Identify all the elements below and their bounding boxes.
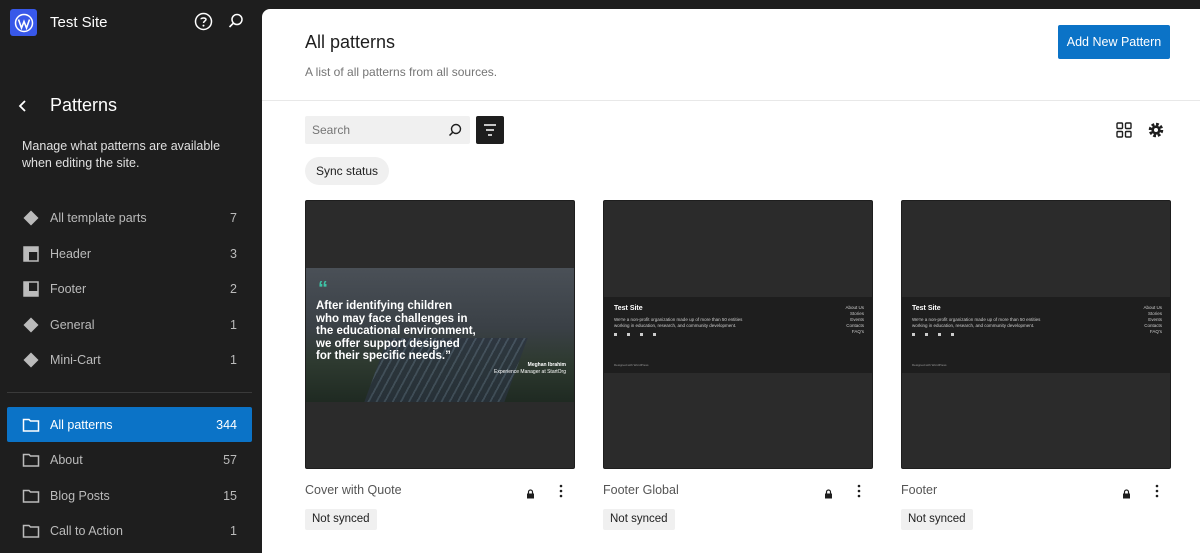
quote-author: Meghan Ibrahim Experience Manager at Sta… xyxy=(494,362,566,376)
template-part-icon xyxy=(22,209,40,227)
filter-button[interactable] xyxy=(476,116,504,144)
sidebar-divider xyxy=(7,392,252,393)
sidebar-item-count: 344 xyxy=(216,417,237,432)
pattern-card[interactable]: Test Site We're a non-profit organizatio… xyxy=(603,200,873,530)
footer-link: FAQ's xyxy=(1149,329,1162,334)
grid-view-icon[interactable] xyxy=(1115,121,1133,139)
search-input[interactable] xyxy=(305,116,445,144)
filter-icon xyxy=(484,124,496,136)
sidebar-item-count: 15 xyxy=(223,488,237,503)
pattern-preview[interactable]: Test Site We're a non-profit organizatio… xyxy=(603,200,873,469)
footer-description: We're a non-profit organization made up … xyxy=(912,317,1041,328)
sidebar-title: Patterns xyxy=(50,95,118,115)
sidebar-item-about[interactable]: About 57 xyxy=(7,442,252,477)
sidebar-item-general[interactable]: General 1 xyxy=(7,307,252,342)
folder-icon xyxy=(22,487,40,505)
pattern-preview[interactable]: “ After identifying children who may fac… xyxy=(305,200,575,469)
quote-author-role: Experience Manager at StartOrg xyxy=(494,369,566,375)
footer-links: About Us Stories Events Contacts FAQ's xyxy=(1143,305,1162,335)
sync-status-badge: Not synced xyxy=(603,509,675,530)
template-part-icon xyxy=(22,351,40,369)
sidebar-item-count: 7 xyxy=(230,210,237,225)
footer-copyright: Designed with WordPress xyxy=(912,363,947,367)
wordpress-logo-icon[interactable] xyxy=(10,9,37,36)
lock-icon xyxy=(824,486,833,499)
sidebar-item-count: 1 xyxy=(230,352,237,367)
quote-author-name: Meghan Ibrahim xyxy=(527,362,566,368)
template-part-icon xyxy=(22,316,40,334)
pattern-preview[interactable]: Test Site We're a non-profit organizatio… xyxy=(901,200,1171,469)
search-icon[interactable] xyxy=(227,12,245,30)
more-actions-icon[interactable] xyxy=(1151,483,1163,499)
more-actions-icon[interactable] xyxy=(853,483,865,499)
more-actions-icon[interactable] xyxy=(555,483,567,499)
pattern-name[interactable]: Footer Global xyxy=(603,483,679,497)
sidebar-item-all-patterns[interactable]: All patterns 344 xyxy=(7,407,252,442)
sync-status-badge: Not synced xyxy=(305,509,377,530)
folder-icon xyxy=(22,451,40,469)
header-icon xyxy=(22,245,40,263)
sidebar-item-count: 2 xyxy=(230,281,237,296)
add-new-pattern-button[interactable]: Add New Pattern xyxy=(1058,25,1170,59)
footer-icon xyxy=(22,280,40,298)
search-icon[interactable] xyxy=(447,122,463,138)
pattern-card[interactable]: “ After identifying children who may fac… xyxy=(305,200,575,530)
page-description: A list of all patterns from all sources. xyxy=(305,65,498,79)
sidebar-item-blog-posts[interactable]: Blog Posts 15 xyxy=(7,478,252,513)
footer-preview: Test Site We're a non-profit organizatio… xyxy=(902,297,1170,373)
footer-copyright: Designed with WordPress xyxy=(614,363,649,367)
lock-icon xyxy=(526,486,535,499)
footer-description: We're a non-profit organization made up … xyxy=(614,317,743,328)
search-box xyxy=(305,116,470,144)
sidebar-item-count: 3 xyxy=(230,246,237,261)
lock-icon xyxy=(1122,486,1131,499)
cover-preview: “ After identifying children who may fac… xyxy=(306,268,574,402)
sidebar-item-header[interactable]: Header 3 xyxy=(7,236,252,271)
sidebar-item-mini-cart[interactable]: Mini-Cart 1 xyxy=(7,342,252,377)
sync-status-badge: Not synced xyxy=(901,509,973,530)
back-button[interactable] xyxy=(15,96,31,116)
sidebar-item-label: About xyxy=(50,452,83,467)
folder-icon xyxy=(22,416,40,434)
pattern-card[interactable]: Test Site We're a non-profit organizatio… xyxy=(901,200,1171,530)
sidebar-item-label: All template parts xyxy=(50,210,147,225)
sidebar-item-all-template-parts[interactable]: All template parts 7 xyxy=(7,200,252,235)
pattern-name[interactable]: Cover with Quote xyxy=(305,483,402,497)
footer-links: About Us Stories Events Contacts FAQ's xyxy=(845,305,864,335)
social-icons xyxy=(614,333,656,336)
sidebar-item-count: 57 xyxy=(223,452,237,467)
sidebar-item-footer[interactable]: Footer 2 xyxy=(7,271,252,306)
help-icon[interactable] xyxy=(194,12,213,31)
footer-site-title: Test Site xyxy=(614,305,643,312)
footer-site-title: Test Site xyxy=(912,305,941,312)
sidebar-item-label: Blog Posts xyxy=(50,488,110,503)
quote-text: After identifying children who may face … xyxy=(316,300,476,362)
footer-link: FAQ's xyxy=(851,329,864,334)
sidebar-item-count: 1 xyxy=(230,317,237,332)
footer-preview: Test Site We're a non-profit organizatio… xyxy=(604,297,872,373)
quote-mark: “ xyxy=(318,278,328,300)
social-icons xyxy=(912,333,954,336)
sidebar-item-label: General xyxy=(50,317,95,332)
main-content: All patterns A list of all patterns from… xyxy=(262,9,1200,553)
sidebar-item-label: All patterns xyxy=(50,417,113,432)
sidebar: Test Site Patterns Manage what patterns … xyxy=(0,0,262,553)
site-title[interactable]: Test Site xyxy=(50,14,108,31)
sync-status-filter-chip[interactable]: Sync status xyxy=(305,157,390,185)
sidebar-item-call-to-action[interactable]: Call to Action 1 xyxy=(7,513,252,548)
sidebar-item-label: Mini-Cart xyxy=(50,352,101,367)
page-header: All patterns A list of all patterns from… xyxy=(262,9,1200,101)
gear-icon[interactable] xyxy=(1146,120,1166,140)
sidebar-description: Manage what patterns are available when … xyxy=(22,139,221,170)
pattern-name[interactable]: Footer xyxy=(901,483,937,497)
sidebar-item-label: Header xyxy=(50,246,91,261)
sidebar-item-count: 1 xyxy=(230,523,237,538)
page-title: All patterns xyxy=(305,32,396,52)
sidebar-item-label: Footer xyxy=(50,281,87,296)
sidebar-item-label: Call to Action xyxy=(50,523,123,538)
folder-icon xyxy=(22,522,40,540)
